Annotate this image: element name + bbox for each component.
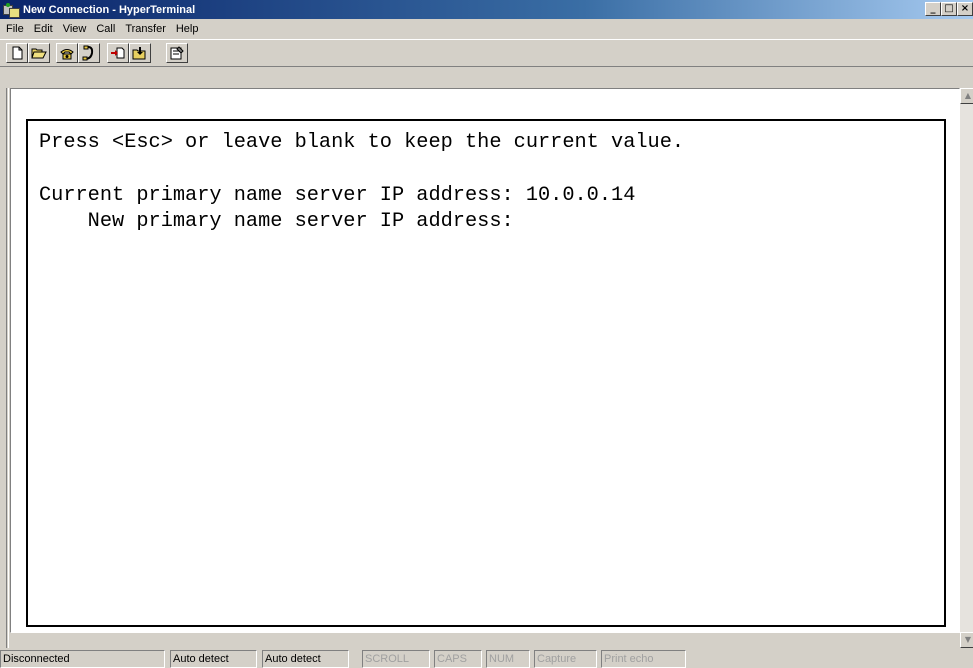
status-auto-detect-1: Auto detect bbox=[170, 650, 257, 668]
new-document-icon bbox=[12, 46, 23, 60]
toolbar-group-transfer bbox=[107, 43, 151, 63]
frame-edge bbox=[6, 88, 9, 648]
open-button[interactable] bbox=[28, 43, 50, 63]
new-connection-button[interactable] bbox=[6, 43, 28, 63]
call-button[interactable] bbox=[56, 43, 78, 63]
status-capture: Capture bbox=[534, 650, 597, 668]
scroll-up-button[interactable]: ▲ bbox=[960, 88, 973, 104]
terminal-screen[interactable]: Press <Esc> or leave blank to keep the c… bbox=[26, 119, 946, 627]
status-bar: Disconnected Auto detect Auto detect SCR… bbox=[0, 649, 973, 668]
toolbar bbox=[0, 39, 973, 67]
status-auto-detect-2: Auto detect bbox=[262, 650, 349, 668]
terminal-area[interactable]: Press <Esc> or leave blank to keep the c… bbox=[10, 88, 960, 633]
scroll-down-button[interactable]: ▼ bbox=[960, 632, 973, 648]
properties-icon bbox=[170, 46, 184, 60]
toolbar-group-file bbox=[6, 43, 50, 63]
menu-call[interactable]: Call bbox=[91, 23, 120, 35]
menu-view[interactable]: View bbox=[58, 23, 92, 35]
send-file-icon bbox=[111, 47, 125, 59]
menu-help[interactable]: Help bbox=[171, 23, 204, 35]
hyperterminal-app-icon[interactable] bbox=[3, 2, 20, 18]
terminal-line-3: New primary name server IP address: bbox=[39, 210, 514, 233]
menu-edit[interactable]: Edit bbox=[29, 23, 58, 35]
menu-bar: File Edit View Call Transfer Help bbox=[0, 20, 973, 38]
menu-transfer[interactable]: Transfer bbox=[120, 23, 171, 35]
status-scroll: SCROLL bbox=[362, 650, 430, 668]
properties-button[interactable] bbox=[166, 43, 188, 63]
menu-file[interactable]: File bbox=[0, 23, 29, 35]
hyperterminal-window: New Connection - HyperTerminal _ □ × Fil… bbox=[0, 0, 973, 668]
terminal-line-2: Current primary name server IP address: … bbox=[39, 184, 636, 207]
terminal-line-1: Press <Esc> or leave blank to keep the c… bbox=[39, 131, 685, 154]
status-num: NUM bbox=[486, 650, 530, 668]
call-phone-icon bbox=[60, 49, 74, 60]
close-button[interactable]: × bbox=[957, 2, 973, 16]
send-button[interactable] bbox=[107, 43, 129, 63]
maximize-button[interactable]: □ bbox=[941, 2, 957, 16]
vertical-scrollbar[interactable]: ▲ ▼ bbox=[960, 88, 973, 648]
status-print-echo: Print echo bbox=[601, 650, 686, 668]
window-controls: _ □ × bbox=[925, 2, 973, 16]
minimize-button[interactable]: _ bbox=[925, 2, 941, 16]
receive-button[interactable] bbox=[129, 43, 151, 63]
disconnect-phone-icon bbox=[82, 45, 94, 61]
toolbar-group-properties bbox=[166, 43, 188, 63]
toolbar-group-call bbox=[56, 43, 100, 63]
open-folder-icon bbox=[31, 48, 47, 59]
disconnect-button[interactable] bbox=[78, 43, 100, 63]
status-connection: Disconnected bbox=[0, 650, 165, 668]
receive-file-icon bbox=[132, 47, 146, 60]
window-title: New Connection - HyperTerminal bbox=[23, 3, 196, 16]
status-caps: CAPS bbox=[434, 650, 482, 668]
title-bar[interactable]: New Connection - HyperTerminal _ □ × bbox=[0, 0, 973, 19]
